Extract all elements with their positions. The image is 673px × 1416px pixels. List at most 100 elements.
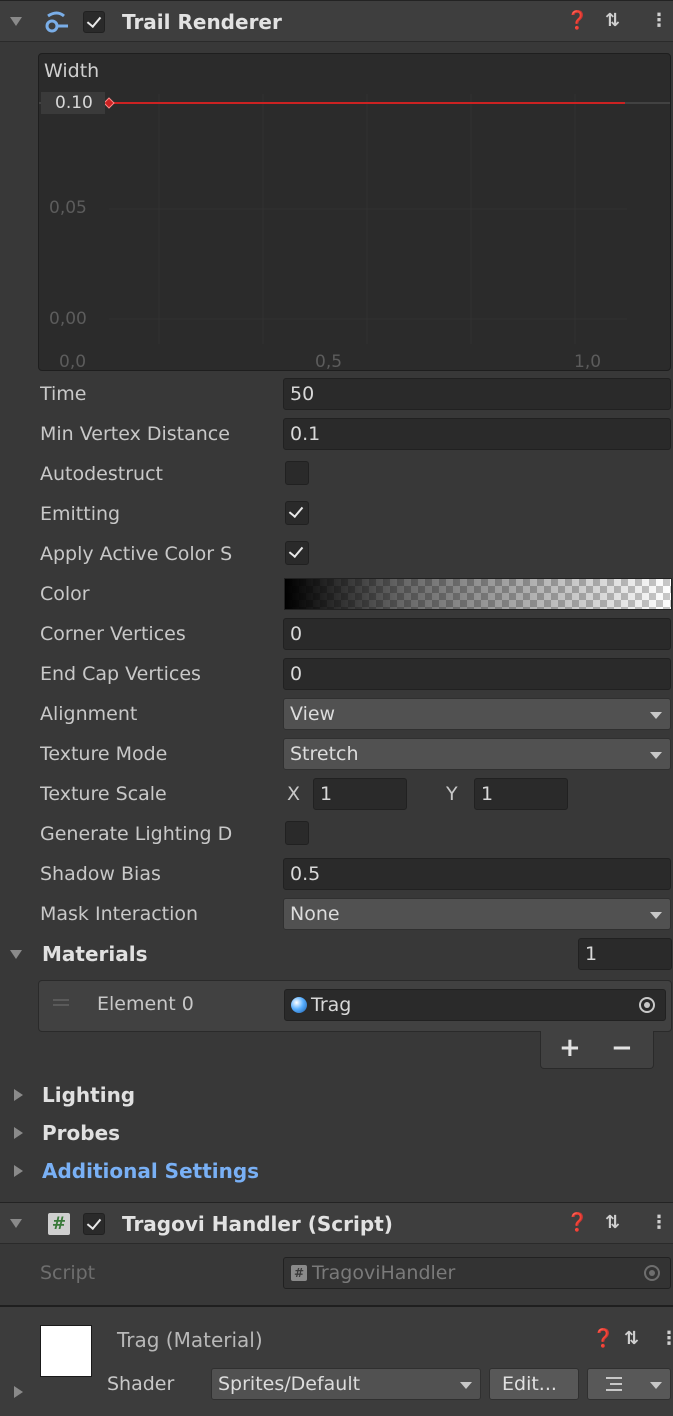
help-icon[interactable]: ❓ <box>566 10 588 31</box>
mask-interaction-value: None <box>290 903 340 925</box>
corner-vertices-field[interactable]: 0 <box>283 618 671 650</box>
foldout-arrow-icon[interactable] <box>10 17 22 26</box>
element-0-label: Element 0 <box>97 993 194 1015</box>
texture-scale-y-label[interactable]: Y <box>446 783 458 805</box>
edit-button-label: Edit... <box>502 1373 557 1395</box>
menu-icon[interactable]: ⋮ <box>650 1212 668 1233</box>
object-picker-icon <box>644 1265 660 1281</box>
width-curve-editor[interactable]: Width 0.10 0,05 0,00 0,0 0,5 1,0 <box>38 53 671 371</box>
list-icon <box>606 1377 622 1391</box>
lighting-section[interactable]: Lighting <box>42 1083 135 1107</box>
curve-value-tag: 0.10 <box>41 92 105 114</box>
materials-list: Element 0 Trag <box>38 980 672 1032</box>
drag-handle-icon[interactable] <box>53 999 69 1006</box>
texture-mode-label: Texture Mode <box>40 743 168 765</box>
texture-scale-y-field[interactable]: 1 <box>474 778 568 810</box>
element-0-object-field[interactable]: Trag <box>284 989 666 1021</box>
presets-icon[interactable]: ⇅ <box>605 10 620 31</box>
presets-icon[interactable]: ⇅ <box>624 1328 639 1349</box>
add-element-button[interactable]: + <box>559 1033 581 1063</box>
autodestruct-checkbox[interactable] <box>285 461 309 485</box>
apply-active-color-label: Apply Active Color S <box>40 543 233 565</box>
script-component-header[interactable]: # Tragovi Handler (Script) ❓ ⇅ ⋮ <box>0 1202 673 1244</box>
probes-section[interactable]: Probes <box>42 1121 120 1145</box>
y-tick-label: 0,00 <box>49 309 87 329</box>
material-foldout-icon[interactable] <box>14 1386 23 1398</box>
dropdown-arrow-icon <box>460 1382 472 1389</box>
dropdown-arrow-icon <box>650 712 662 719</box>
material-sphere-icon <box>291 997 307 1013</box>
mask-interaction-dropdown[interactable]: None <box>283 898 671 930</box>
presets-icon[interactable]: ⇅ <box>605 1212 620 1233</box>
texture-mode-value: Stretch <box>290 743 359 765</box>
script-label: Script <box>40 1262 96 1284</box>
additional-settings-foldout-icon[interactable] <box>14 1165 23 1177</box>
time-field[interactable]: 50 <box>283 378 671 410</box>
alignment-value: View <box>290 703 336 725</box>
script-hash-icon: # <box>48 1213 70 1235</box>
script-component-title: Tragovi Handler (Script) <box>122 1212 393 1236</box>
materials-foldout-icon[interactable] <box>10 950 22 959</box>
curve-grid <box>39 94 670 344</box>
texture-scale-label: Texture Scale <box>40 783 167 805</box>
shader-dropdown[interactable]: Sprites/Default <box>211 1368 481 1400</box>
trail-renderer-icon <box>45 11 68 33</box>
materials-label[interactable]: Materials <box>42 942 148 966</box>
color-gradient-field[interactable] <box>284 578 672 610</box>
material-preview-thumbnail <box>40 1325 92 1377</box>
script-value: TragoviHandler <box>312 1262 456 1284</box>
lighting-foldout-icon[interactable] <box>14 1089 23 1101</box>
shader-label: Shader <box>107 1373 175 1395</box>
list-add-remove-bar: + − <box>540 1031 654 1069</box>
dropdown-arrow-icon <box>650 912 662 919</box>
trail-renderer-header[interactable]: Trail Renderer ❓ ⇅ ⋮ <box>0 0 673 42</box>
dropdown-arrow-icon <box>650 752 662 759</box>
min-vertex-distance-label: Min Vertex Distance <box>40 423 230 445</box>
shadow-bias-field[interactable]: 0.5 <box>283 858 671 890</box>
help-icon[interactable]: ❓ <box>592 1328 614 1349</box>
shader-value: Sprites/Default <box>218 1373 361 1395</box>
y-tick-label: 0,05 <box>49 198 87 218</box>
alignment-dropdown[interactable]: View <box>283 698 671 730</box>
emitting-checkbox[interactable] <box>285 501 309 525</box>
mask-interaction-label: Mask Interaction <box>40 903 199 925</box>
help-icon[interactable]: ❓ <box>566 1212 588 1233</box>
autodestruct-label: Autodestruct <box>40 463 163 485</box>
menu-icon[interactable]: ⋮ <box>660 1328 673 1349</box>
foldout-arrow-icon[interactable] <box>10 1219 22 1228</box>
min-vertex-distance-field[interactable]: 0.1 <box>283 418 671 450</box>
end-cap-vertices-field[interactable]: 0 <box>283 658 671 690</box>
texture-mode-dropdown[interactable]: Stretch <box>283 738 671 770</box>
end-cap-vertices-label: End Cap Vertices <box>40 663 201 685</box>
corner-vertices-label: Corner Vertices <box>40 623 186 645</box>
menu-icon[interactable]: ⋮ <box>650 10 668 31</box>
x-tick-label: 1,0 <box>574 352 602 371</box>
material-title: Trag (Material) <box>117 1328 263 1352</box>
additional-settings-section[interactable]: Additional Settings <box>42 1159 259 1183</box>
generate-lighting-label: Generate Lighting D <box>40 823 233 845</box>
x-tick-label: 0,0 <box>59 352 87 371</box>
alignment-label: Alignment <box>40 703 138 725</box>
remove-element-button[interactable]: − <box>611 1033 633 1063</box>
object-picker-icon[interactable] <box>639 997 655 1013</box>
element-0-value: Trag <box>311 994 352 1016</box>
shader-options-button[interactable] <box>587 1368 671 1400</box>
script-hash-icon: # <box>291 1265 307 1281</box>
texture-scale-x-label[interactable]: X <box>287 783 300 805</box>
shader-edit-button[interactable]: Edit... <box>489 1368 579 1400</box>
apply-active-color-checkbox[interactable] <box>285 541 309 565</box>
script-enabled-checkbox[interactable] <box>83 1213 105 1235</box>
shadow-bias-label: Shadow Bias <box>40 863 161 885</box>
time-label: Time <box>40 383 87 405</box>
x-tick-label: 0,5 <box>315 352 343 371</box>
materials-count-field[interactable]: 1 <box>578 938 672 970</box>
dropdown-arrow-icon <box>650 1382 662 1389</box>
generate-lighting-checkbox[interactable] <box>285 821 309 845</box>
color-label: Color <box>40 583 90 605</box>
probes-foldout-icon[interactable] <box>14 1127 23 1139</box>
trail-renderer-title: Trail Renderer <box>122 10 282 34</box>
emitting-label: Emitting <box>40 503 121 525</box>
script-object-field: # TragoviHandler <box>283 1257 671 1289</box>
texture-scale-x-field[interactable]: 1 <box>313 778 407 810</box>
trail-renderer-enabled-checkbox[interactable] <box>83 11 105 33</box>
